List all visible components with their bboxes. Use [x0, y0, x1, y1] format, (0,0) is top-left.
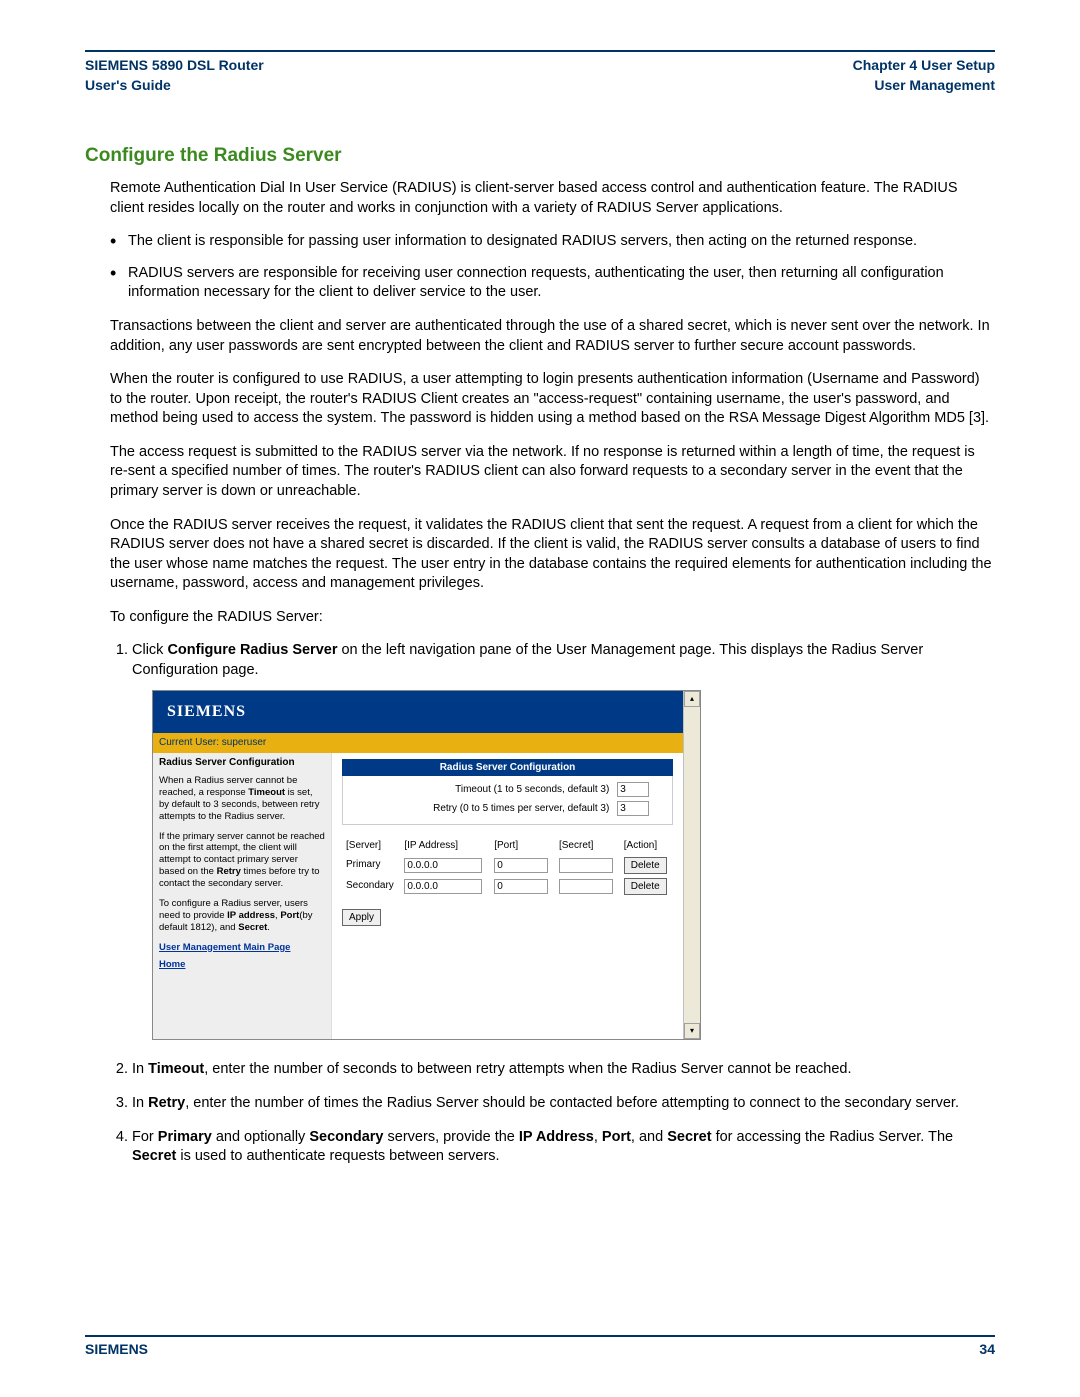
- header-guide: User's Guide: [85, 76, 264, 96]
- page-footer: SIEMENS 34: [85, 1328, 995, 1357]
- retry-label: Retry (0 to 5 times per server, default …: [343, 799, 613, 818]
- scrollbar[interactable]: ▴ ▾: [683, 691, 700, 1039]
- current-user-bar: Current User: superuser: [153, 733, 683, 753]
- retry-input[interactable]: [617, 801, 649, 816]
- page-header: SIEMENS 5890 DSL Router User's Guide Cha…: [85, 56, 995, 95]
- secondary-secret-input[interactable]: [559, 879, 613, 894]
- body-paragraph: Once the RADIUS server receives the requ…: [110, 516, 995, 594]
- sidebar-title: Radius Server Configuration: [159, 757, 325, 770]
- body-paragraph: Transactions between the client and serv…: [110, 317, 995, 356]
- embed-main: Radius Server Configuration Timeout (1 t…: [332, 753, 683, 1040]
- step-2: In Timeout, enter the number of seconds …: [132, 1060, 995, 1080]
- sidebar-help-text: To configure a Radius server, users need…: [159, 898, 325, 934]
- header-subsection: User Management: [853, 76, 995, 96]
- col-secret: [Secret]: [555, 837, 620, 855]
- server-label-primary: Primary: [342, 855, 400, 876]
- config-panel-header: Radius Server Configuration: [342, 759, 673, 777]
- col-action: [Action]: [620, 837, 673, 855]
- col-port: [Port]: [490, 837, 555, 855]
- embed-brand-header: SIEMENS: [153, 691, 683, 733]
- header-rule: [85, 50, 995, 52]
- bullet-item: The client is responsible for passing us…: [128, 232, 995, 252]
- secondary-delete-button[interactable]: Delete: [624, 878, 667, 895]
- section-title: Configure the Radius Server: [85, 145, 995, 167]
- col-ip: [IP Address]: [400, 837, 490, 855]
- timeout-input[interactable]: [617, 782, 649, 797]
- secondary-port-input[interactable]: [494, 879, 548, 894]
- table-row: Primary Delete: [342, 855, 673, 876]
- server-label-secondary: Secondary: [342, 876, 400, 897]
- col-server: [Server]: [342, 837, 400, 855]
- user-management-main-link[interactable]: User Management Main Page: [159, 942, 325, 954]
- body-paragraph: The access request is submitted to the R…: [110, 443, 995, 502]
- step-3: In Retry, enter the number of times the …: [132, 1094, 995, 1114]
- footer-rule: [85, 1335, 995, 1337]
- primary-ip-input[interactable]: [404, 858, 482, 873]
- secondary-ip-input[interactable]: [404, 879, 482, 894]
- primary-port-input[interactable]: [494, 858, 548, 873]
- body-paragraph: When the router is configured to use RAD…: [110, 370, 995, 429]
- step-1: Click Configure Radius Server on the lef…: [132, 641, 995, 1040]
- body-paragraph: To configure the RADIUS Server:: [110, 608, 995, 628]
- scroll-down-icon[interactable]: ▾: [684, 1023, 700, 1039]
- timeout-label: Timeout (1 to 5 seconds, default 3): [343, 780, 613, 799]
- bullet-item: RADIUS servers are responsible for recei…: [128, 264, 995, 303]
- footer-brand: SIEMENS: [85, 1341, 148, 1357]
- apply-button[interactable]: Apply: [342, 909, 381, 926]
- primary-secret-input[interactable]: [559, 858, 613, 873]
- home-link[interactable]: Home: [159, 959, 325, 971]
- intro-paragraph: Remote Authentication Dial In User Servi…: [110, 179, 995, 218]
- step-4: For Primary and optionally Secondary ser…: [132, 1128, 995, 1167]
- sidebar-help-text: When a Radius server cannot be reached, …: [159, 775, 325, 823]
- footer-page-number: 34: [979, 1341, 995, 1357]
- radius-config-screenshot: SIEMENS Current User: superuser Radius S…: [152, 690, 701, 1040]
- primary-delete-button[interactable]: Delete: [624, 857, 667, 874]
- header-product: SIEMENS 5890 DSL Router: [85, 56, 264, 76]
- header-chapter: Chapter 4 User Setup: [853, 56, 995, 76]
- table-row: Secondary Delete: [342, 876, 673, 897]
- sidebar-help-text: If the primary server cannot be reached …: [159, 831, 325, 890]
- scroll-up-icon[interactable]: ▴: [684, 691, 700, 707]
- embed-sidebar: Radius Server Configuration When a Radiu…: [153, 753, 332, 1040]
